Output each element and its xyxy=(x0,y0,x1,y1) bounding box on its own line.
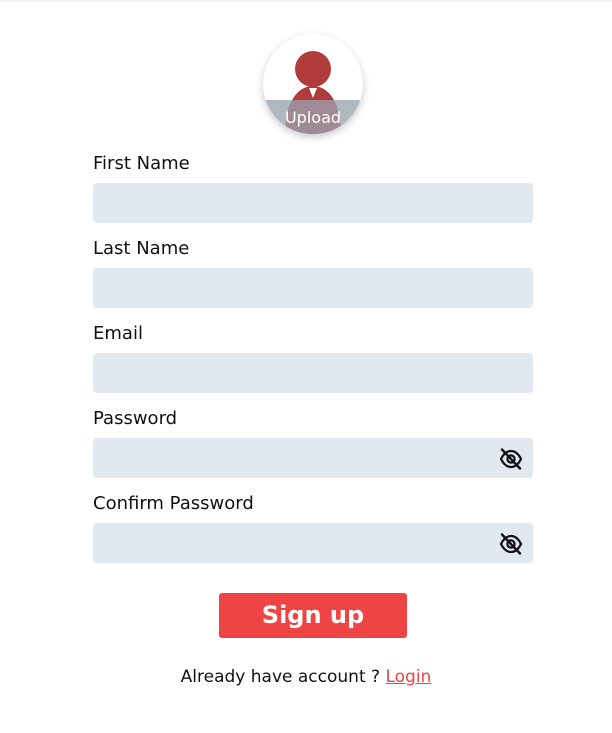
confirm-password-field-group: Confirm Password xyxy=(93,490,533,575)
confirm-password-input[interactable] xyxy=(93,523,533,563)
login-prompt: Already have account ? Login xyxy=(0,665,612,689)
password-label: Password xyxy=(93,408,178,429)
first-name-input[interactable] xyxy=(93,183,533,223)
email-input[interactable] xyxy=(93,353,533,393)
avatar-upload-button[interactable]: Upload xyxy=(263,34,363,134)
signup-page: Upload First Name Last Name Email Passwo… xyxy=(0,0,612,733)
email-field-group: Email xyxy=(93,320,533,405)
upload-label: Upload xyxy=(284,108,342,127)
signup-form: First Name Last Name Email Password Conf… xyxy=(93,150,533,575)
top-divider xyxy=(0,0,612,2)
login-prompt-text: Already have account ? xyxy=(180,667,386,687)
first-name-label: First Name xyxy=(93,153,190,174)
password-field-group: Password xyxy=(93,405,533,490)
eye-slash-icon[interactable] xyxy=(499,448,523,470)
email-label: Email xyxy=(93,323,143,344)
last-name-input[interactable] xyxy=(93,268,533,308)
last-name-field-group: Last Name xyxy=(93,235,533,320)
eye-slash-icon[interactable] xyxy=(499,533,523,555)
confirm-password-label: Confirm Password xyxy=(93,493,254,514)
first-name-field-group: First Name xyxy=(93,150,533,235)
last-name-label: Last Name xyxy=(93,238,190,259)
login-link[interactable]: Login xyxy=(385,667,431,687)
sign-up-button[interactable]: Sign up xyxy=(219,593,407,638)
password-input[interactable] xyxy=(93,438,533,478)
